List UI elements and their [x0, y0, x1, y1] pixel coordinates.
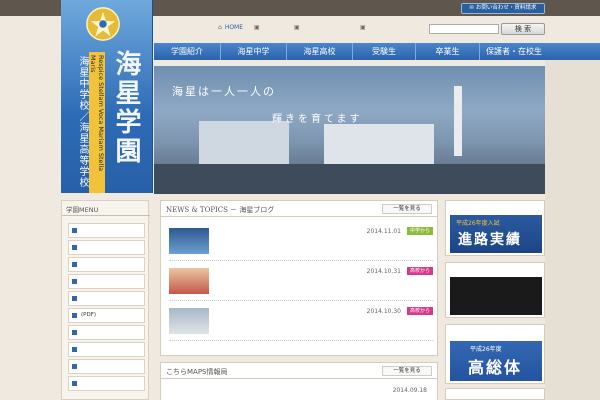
- left-menu: 学園MENU (PDF): [61, 200, 150, 400]
- nav-alumni[interactable]: 卒業生: [416, 43, 480, 60]
- maps-title: こちらMAPS情報局: [166, 368, 228, 376]
- building-icon: ▣: [254, 24, 260, 31]
- arrow-icon: [72, 245, 77, 250]
- banner-admissions[interactable]: 平成26年度入試 進路実績: [450, 215, 542, 253]
- toplink-4[interactable]: ▣: [360, 24, 369, 34]
- news-entry[interactable]: 2014.10.30 高校から: [169, 303, 433, 341]
- menu-item[interactable]: [68, 376, 145, 391]
- arrow-icon: [72, 279, 77, 284]
- news-title: NEWS & TOPICS － 海星ブログ: [166, 206, 275, 214]
- maps-header: こちらMAPS情報局 一覧を見る: [161, 363, 437, 379]
- arrow-icon: [72, 381, 77, 386]
- news-entry[interactable]: 2014.10.31 高校から: [169, 263, 433, 301]
- entry-thumbnail[interactable]: [169, 228, 209, 254]
- news-more-button[interactable]: 一覧を見る: [382, 204, 432, 214]
- hero-slogan-line1: 海星は一人一人の: [172, 85, 276, 98]
- search-button[interactable]: 検 索: [501, 23, 545, 35]
- maps-panel: こちらMAPS情報局 一覧を見る 2014.09.18: [160, 362, 438, 400]
- banner-monthly-events[interactable]: [450, 277, 542, 315]
- search-input[interactable]: [429, 24, 499, 34]
- logo-main-text: 海星学園: [111, 50, 141, 166]
- nav-junior-high[interactable]: 海星中学: [221, 43, 287, 60]
- news-header: NEWS & TOPICS － 海星ブログ 一覧を見る: [161, 201, 437, 217]
- menu-item[interactable]: [68, 257, 145, 272]
- toplink-home[interactable]: ⌂ HOME: [218, 24, 243, 34]
- news-topics-panel: NEWS & TOPICS － 海星ブログ 一覧を見る 2014.11.01 中…: [160, 200, 438, 356]
- home-icon: ⌂: [218, 24, 222, 31]
- contact-request-button[interactable]: ✉ お問い合わせ・資料請求: [461, 3, 545, 14]
- arrow-icon: [72, 330, 77, 335]
- hero-slogan-line2: 輝きを育てます: [272, 114, 363, 125]
- hero-building-right: [324, 124, 434, 169]
- menu-item[interactable]: [68, 325, 145, 340]
- building-icon: ▣: [360, 24, 366, 31]
- menu-item[interactable]: [68, 240, 145, 255]
- menu-item[interactable]: [68, 223, 145, 238]
- right-column: 平成26年度入試 進路実績 平成26年度 高総体: [445, 200, 545, 400]
- entry-badge: 中学から: [407, 227, 433, 235]
- nav-about[interactable]: 学園紹介: [154, 43, 221, 60]
- divider: [62, 215, 150, 216]
- maps-more-button[interactable]: 一覧を見る: [382, 366, 432, 376]
- entry-date: 2014.10.31: [366, 268, 401, 275]
- hero-statue: [454, 86, 462, 156]
- hero-banner: 海星は一人一人の 輝きを育てます: [154, 66, 545, 194]
- hero-ground: [154, 164, 545, 194]
- arrow-icon: [72, 228, 77, 233]
- building-icon: ▣: [294, 24, 300, 31]
- right-box-2: [445, 262, 545, 318]
- logo-latin-motto: Respice Stellam Voca Mariam Stella Maris: [89, 52, 105, 193]
- menu-item[interactable]: [68, 342, 145, 357]
- banner-sports[interactable]: 平成26年度 高総体: [450, 341, 542, 381]
- left-menu-title: 学園MENU: [66, 206, 99, 214]
- contact-label: お問い合わせ・資料請求: [475, 5, 537, 11]
- arrow-icon: [72, 364, 77, 369]
- toplink-3[interactable]: ▣: [294, 24, 303, 34]
- entry-badge: 高校から: [407, 267, 433, 275]
- nav-parents[interactable]: 保護者・在校生: [480, 43, 548, 60]
- emblem-icon: [86, 7, 120, 41]
- arrow-icon: [72, 296, 77, 301]
- menu-item[interactable]: (PDF): [68, 308, 145, 323]
- entry-badge: 高校から: [407, 307, 433, 315]
- news-entry[interactable]: 2014.11.01 中学から: [169, 223, 433, 261]
- school-logo[interactable]: 海星学園 Respice Stellam Voca Mariam Stella …: [61, 0, 153, 193]
- menu-item[interactable]: [68, 291, 145, 306]
- entry-thumbnail[interactable]: [169, 268, 209, 294]
- arrow-icon: [72, 313, 77, 318]
- maps-entry-date: 2014.09.18: [392, 387, 427, 394]
- menu-item[interactable]: [68, 359, 145, 374]
- main-nav: 学園紹介 海星中学 海星高校 受験生 卒業生 保護者・在校生: [154, 43, 600, 60]
- entry-thumbnail[interactable]: [169, 308, 209, 334]
- nav-applicants[interactable]: 受験生: [353, 43, 416, 60]
- right-box-1: 平成26年度入試 進路実績: [445, 200, 545, 256]
- mail-icon: ✉: [469, 5, 474, 11]
- entry-date: 2014.10.30: [366, 308, 401, 315]
- right-box-4: [445, 388, 545, 400]
- right-sidebar-bg: [545, 60, 600, 400]
- toplink-2[interactable]: ▣: [254, 24, 263, 34]
- menu-item[interactable]: [68, 274, 145, 289]
- nav-high-school[interactable]: 海星高校: [287, 43, 353, 60]
- entry-date: 2014.11.01: [366, 228, 401, 235]
- right-box-3: 平成26年度 高総体: [445, 324, 545, 384]
- arrow-icon: [72, 262, 77, 267]
- arrow-icon: [72, 347, 77, 352]
- logo-sub-text: 海星中学校／海星高等学校: [77, 56, 88, 188]
